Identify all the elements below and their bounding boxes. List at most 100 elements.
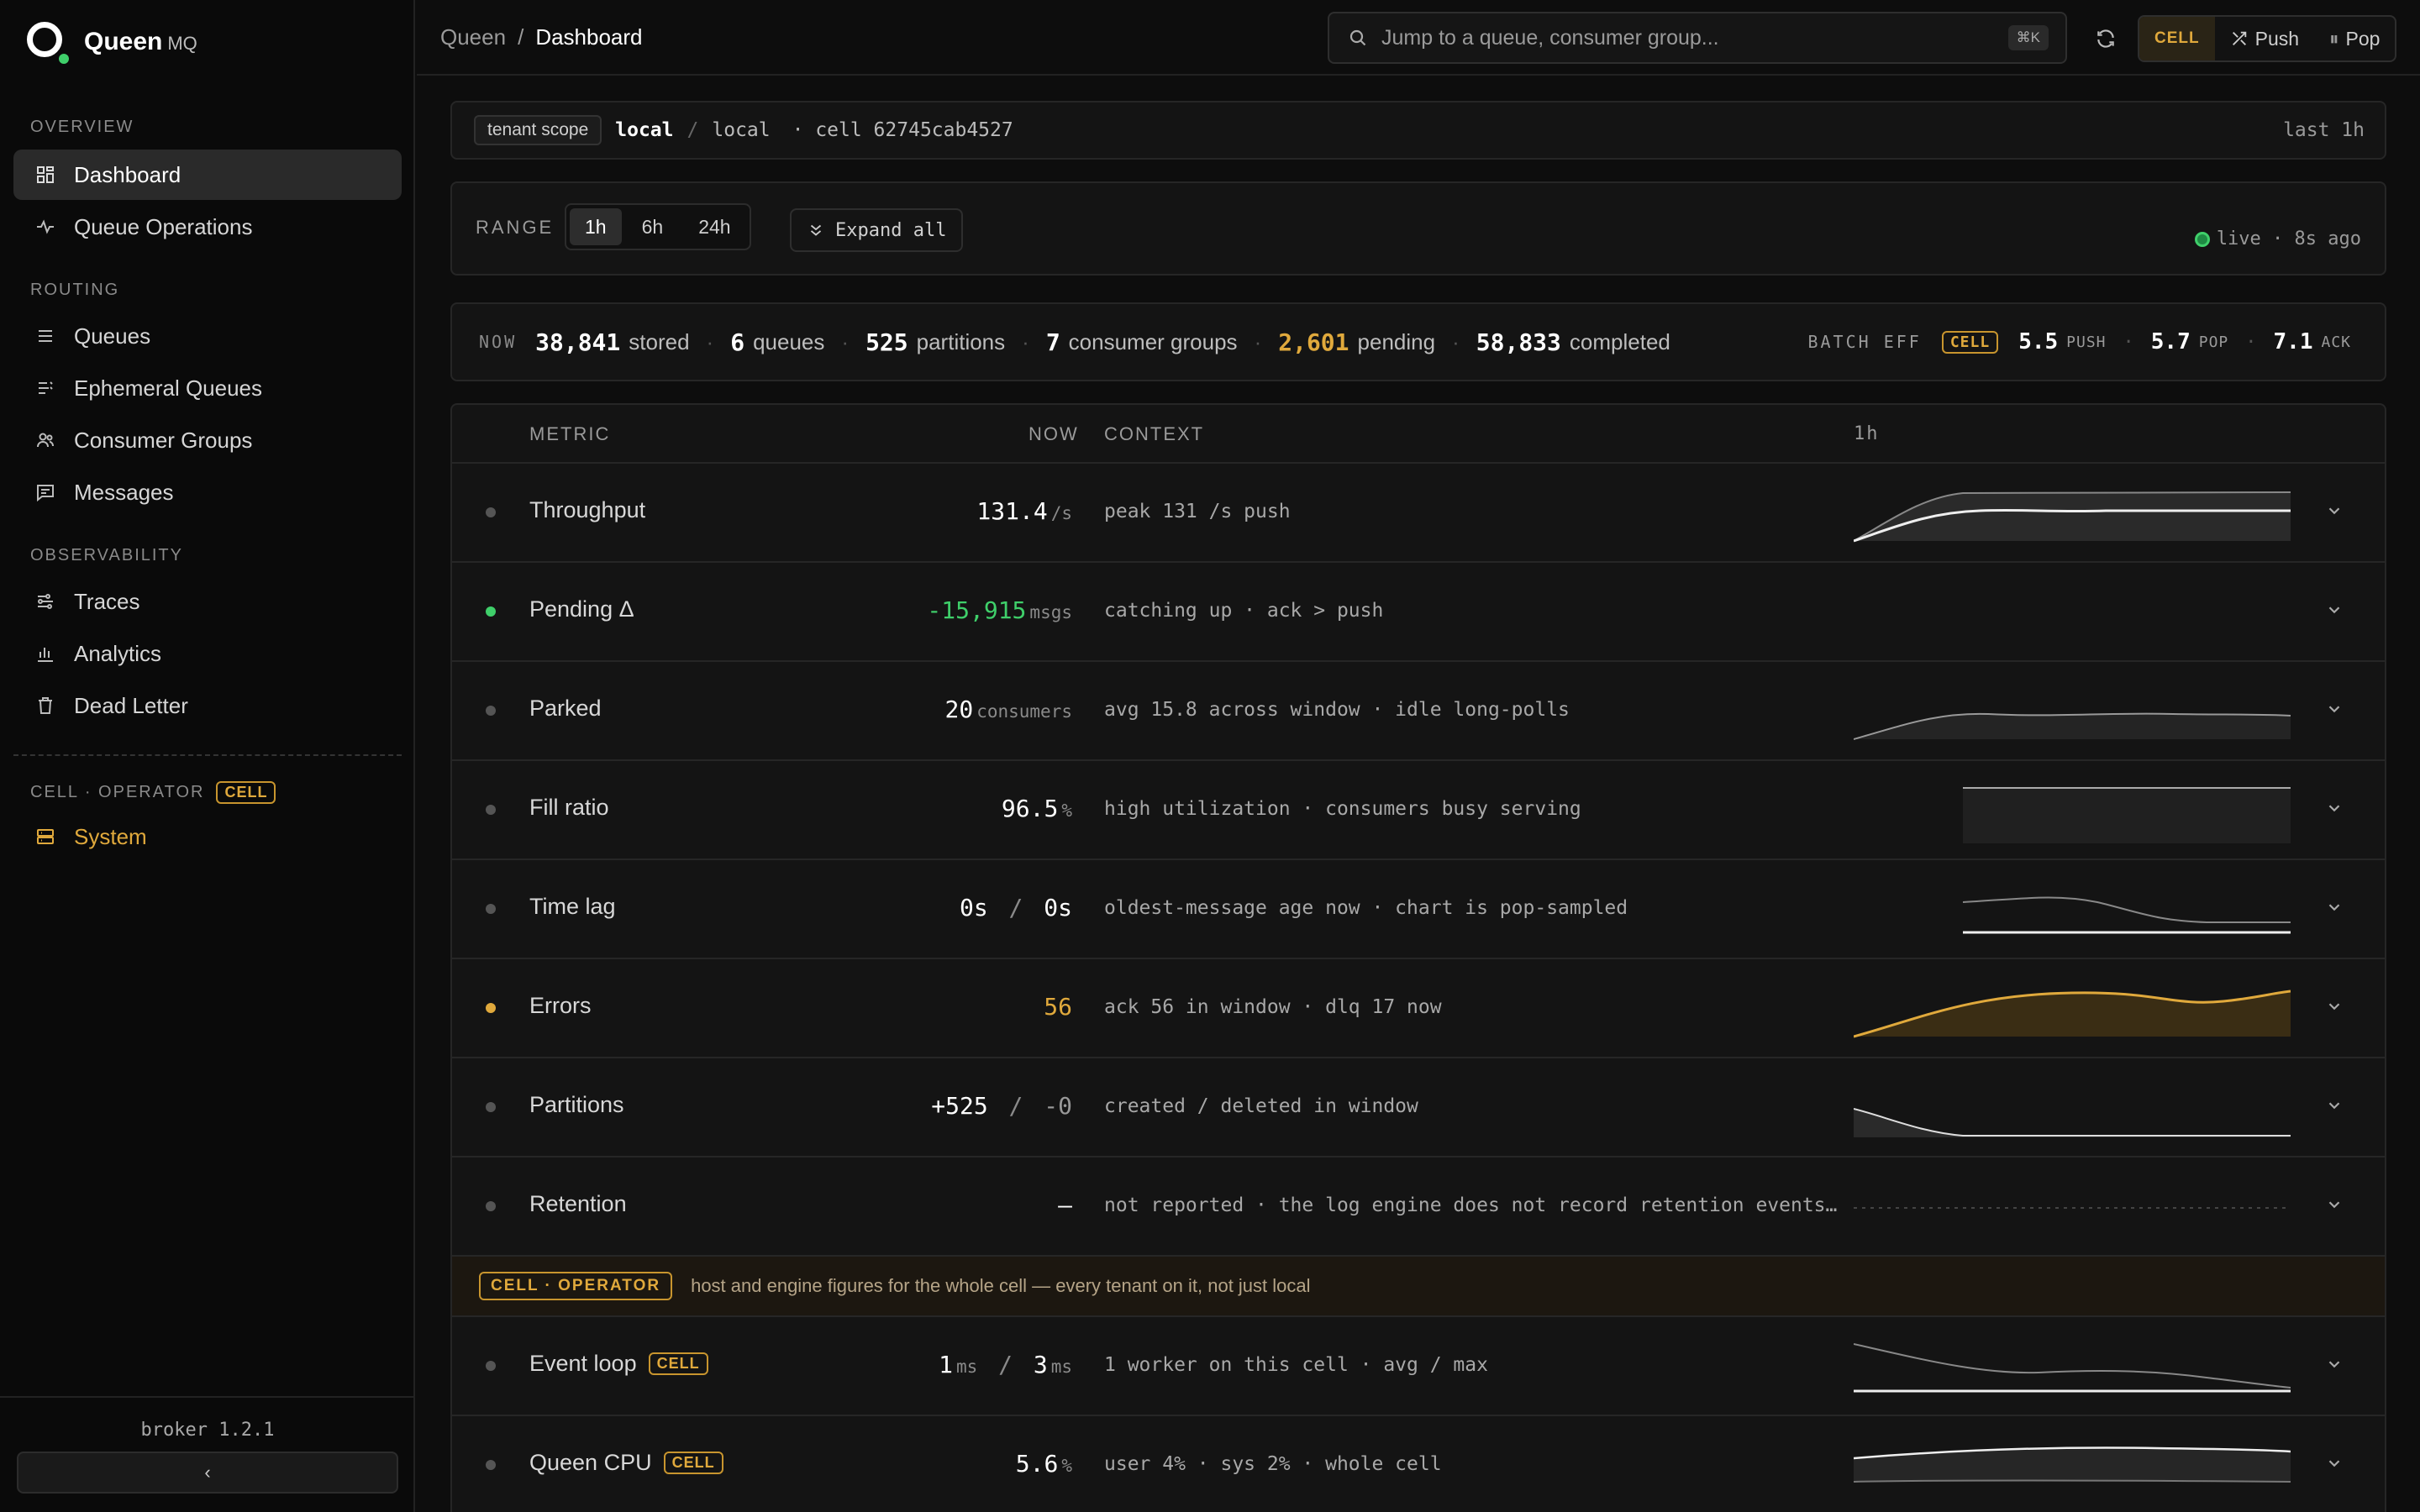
status-dot <box>486 1201 496 1211</box>
tenant-name[interactable]: local <box>615 119 673 141</box>
metric-context: avg 15.8 across window · idle long-polls <box>1104 699 1570 721</box>
mode-push-button[interactable]: Push <box>2215 17 2314 60</box>
refresh-button[interactable] <box>2089 22 2123 55</box>
chevron-down-icon[interactable] <box>2317 890 2351 924</box>
table-row-parked[interactable]: Parked 20 consumers avg 15.8 across windo… <box>452 662 2385 761</box>
stat-stored-label: stored <box>629 328 690 354</box>
batch-pop-unit: POP <box>2198 333 2229 351</box>
chevron-down-icon[interactable] <box>2317 1446 2351 1480</box>
table-row-throughput[interactable]: Throughput 131.4/s peak 131 /s push <box>452 464 2385 563</box>
search-input[interactable]: Jump to a queue, consumer group... ⌘K <box>1328 12 2067 64</box>
tools-icon <box>2232 31 2246 45</box>
metric-name: Retention <box>529 1191 627 1216</box>
broker-version: broker 1.2.1 <box>140 1420 275 1441</box>
logo[interactable]: Queen MQ <box>25 20 197 64</box>
batch-eff-label: BATCH EFF <box>1807 332 1922 352</box>
stat-queues-label: queues <box>753 328 825 354</box>
sidebar-item-queue-operations[interactable]: Queue Operations <box>13 202 402 252</box>
cell-badge: CELL <box>216 781 276 804</box>
sidebar-item-label: Traces <box>74 588 140 614</box>
table-row-partitions[interactable]: Partitions +525 / -0 created / deleted i… <box>452 1058 2385 1158</box>
sidebar-item-traces[interactable]: Traces <box>13 576 402 627</box>
metric-value: — <box>1058 1191 1072 1219</box>
breadcrumb-root[interactable]: Queen <box>440 24 506 50</box>
tenant-sub: local <box>712 119 771 141</box>
sidebar-item-queues[interactable]: Queues <box>13 311 402 361</box>
range-option-24h[interactable]: 24h <box>683 208 745 245</box>
sidebar-item-consumer-groups[interactable]: Consumer Groups <box>13 415 402 465</box>
metrics-table: METRIC NOW CONTEXT 1h Throughput 131.4/s… <box>450 403 2386 1512</box>
range-option-6h[interactable]: 6h <box>627 208 679 245</box>
sparkline-time-lag <box>1962 896 2291 934</box>
list-fade-icon <box>34 376 57 400</box>
batch-ack-value: 7.1 <box>2273 329 2313 354</box>
chevron-down-icon[interactable] <box>2317 990 2351 1023</box>
mode-pop-button[interactable]: ⏸ Pop <box>2314 17 2395 60</box>
mode-switch: CELL Push ⏸ Pop <box>2138 15 2397 62</box>
sidebar-item-messages[interactable]: Messages <box>13 467 402 517</box>
table-row-errors[interactable]: Errors 56 ack 56 in window · dlq 17 now <box>452 959 2385 1058</box>
range-option-1h[interactable]: 1h <box>570 208 622 245</box>
stat-queues-value: 6 <box>730 328 745 356</box>
table-row-time-lag[interactable]: Time lag 0s / 0s oldest-message age now … <box>452 860 2385 959</box>
chevron-down-icon[interactable] <box>2317 1347 2351 1381</box>
chevrons-icon <box>810 224 822 236</box>
expand-all-button[interactable]: Expand all <box>790 208 964 252</box>
search-placeholder: Jump to a queue, consumer group... <box>1381 25 1719 50</box>
chevron-down-icon[interactable] <box>2317 692 2351 726</box>
sidebar-item-analytics[interactable]: Analytics <box>13 628 402 679</box>
table-row-pending[interactable]: Pending Δ -15,915 msgs catching up · ack … <box>452 563 2385 662</box>
status-dot <box>486 507 496 517</box>
metric-value: 0s / 0s <box>959 894 1072 921</box>
sidebar-item-ephemeral-queues[interactable]: Ephemeral Queues <box>13 363 402 413</box>
status-dot <box>486 606 496 617</box>
tenant-bar: tenant scope local / local · cell 62745c… <box>450 101 2386 160</box>
batch-push-value: 5.5 <box>2018 329 2059 354</box>
sidebar-item-label: Messages <box>74 479 174 505</box>
table-header: METRIC NOW CONTEXT 1h <box>452 405 2385 464</box>
sparkline-parked <box>1854 712 2291 740</box>
metric-name: Time lag <box>529 894 616 919</box>
tenant-scope-badge: tenant scope <box>474 115 602 145</box>
metric-name: Fill ratio <box>529 795 609 820</box>
sidebar-item-system[interactable]: System <box>13 811 402 862</box>
sidebar-item-label: Ephemeral Queues <box>74 375 263 401</box>
search-shortcut: ⌘K <box>2007 25 2049 50</box>
table-row-queen-cpu[interactable]: Queen CPU CELL 5.6% user 4% · sys 2% · wh… <box>452 1416 2385 1512</box>
chevron-down-icon[interactable] <box>2317 494 2351 528</box>
chevron-down-icon[interactable] <box>2317 791 2351 825</box>
metric-value: 56 <box>1044 993 1072 1021</box>
table-row-fill-ratio[interactable]: Fill ratio 96.5% high utilization · cons… <box>452 761 2385 860</box>
sparkline-retention <box>1854 1207 2291 1209</box>
metric-name: Errors <box>529 993 592 1018</box>
metric-context: 1 worker on this cell · avg / max <box>1104 1354 1488 1376</box>
chevron-down-icon[interactable] <box>2317 1188 2351 1221</box>
col-window: 1h <box>1854 423 1880 444</box>
mode-cell-button[interactable]: CELL <box>2139 17 2215 60</box>
sidebar-item-dead-letter[interactable]: Dead Letter <box>13 680 402 731</box>
collapse-sidebar-button[interactable]: ‹ <box>17 1452 398 1494</box>
metric-context: oldest-message age now · chart is pop-sa… <box>1104 897 1628 919</box>
metric-name: Event loop CELL <box>529 1351 708 1377</box>
table-row-retention[interactable]: Retention — not reported · the log engin… <box>452 1158 2385 1257</box>
stat-completed-label: completed <box>1569 328 1670 354</box>
chevron-down-icon[interactable] <box>2317 593 2351 627</box>
status-dot <box>486 1460 496 1470</box>
breadcrumb-current: Dashboard <box>535 24 643 50</box>
metric-value: 1 ms / 3 ms <box>939 1351 1072 1378</box>
cell-operator-badge: CELL · OPERATOR <box>479 1272 673 1300</box>
sidebar-footer: broker 1.2.1 ‹ <box>0 1396 415 1512</box>
section-observability: OBSERVABILITY <box>30 546 183 564</box>
metric-context: created / deleted in window <box>1104 1095 1418 1117</box>
cell-badge: CELL <box>663 1452 723 1474</box>
table-row-event-loop[interactable]: Event loop CELL 1 ms / 3 ms 1 worker on thi… <box>452 1317 2385 1416</box>
range-label: RANGE <box>476 217 555 238</box>
chevron-down-icon[interactable] <box>2317 1089 2351 1122</box>
cell-operator-banner: CELL · OPERATOR host and engine figures … <box>452 1257 2385 1317</box>
sidebar-item-dashboard[interactable]: Dashboard <box>13 150 402 200</box>
metric-value: +525 / -0 <box>931 1092 1072 1120</box>
sidebar: Queen MQ OVERVIEW Dashboard Queue Operati… <box>0 0 415 1512</box>
live-dot-icon <box>2194 231 2210 247</box>
sidebar-item-label: System <box>74 823 147 849</box>
metric-context: high utilization · consumers busy servin… <box>1104 798 1581 820</box>
